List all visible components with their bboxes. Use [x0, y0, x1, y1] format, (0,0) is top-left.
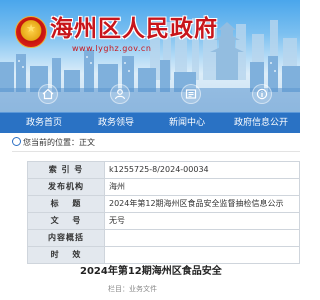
site-url: www.lyghz.gov.cn: [72, 44, 152, 53]
site-banner: ★ 海州区人民政府 www.lyghz.gov.cn: [0, 0, 300, 112]
table-row: 索 引 号 k1255725-8/2024-00034: [27, 161, 300, 179]
breadcrumb-prefix: 您当前的位置：: [23, 138, 79, 147]
summary-label: 内容概括: [27, 229, 105, 247]
home-icon[interactable]: [38, 84, 58, 104]
summary-value: [104, 229, 300, 247]
title-label: 标 题: [27, 195, 105, 213]
nav-item-news[interactable]: 新闻中心: [169, 113, 205, 133]
doc-number-value: 无号: [104, 212, 300, 230]
doc-number-label: 文 号: [27, 212, 105, 230]
nav-item-leaders[interactable]: 政务领导: [98, 113, 134, 133]
validity-value: [104, 246, 300, 264]
table-row: 发布机构 海州: [27, 178, 300, 196]
title-value: 2024年第12期海州区食品安全监督抽检信息公示: [104, 195, 300, 213]
table-row: 文 号 无号: [27, 212, 300, 230]
location-icon: [12, 137, 21, 146]
divider: [12, 151, 300, 152]
main-nav: 政务首页 政务领导 新闻中心 政府信息公开: [0, 112, 300, 133]
index-number-label: 索 引 号: [27, 161, 105, 179]
national-emblem-logo: ★: [15, 16, 47, 48]
breadcrumb: 您当前的位置：正文: [12, 135, 95, 151]
info-icon[interactable]: [252, 84, 272, 104]
news-icon[interactable]: [181, 84, 201, 104]
table-row: 内容概括: [27, 229, 300, 247]
site-title[interactable]: 海州区人民政府: [50, 15, 218, 42]
article-title: 2024年第12期海州区食品安全: [80, 266, 222, 277]
validity-label: 时 效: [27, 246, 105, 264]
nav-item-gov-info[interactable]: 政府信息公开: [234, 113, 288, 133]
document-info-table: 索 引 号 k1255725-8/2024-00034 发布机构 海州 标 题 …: [27, 161, 300, 264]
breadcrumb-current: 正文: [79, 138, 95, 147]
publisher-value: 海州: [104, 178, 300, 196]
nav-item-home[interactable]: 政务首页: [26, 113, 62, 133]
index-number-value: k1255725-8/2024-00034: [104, 161, 300, 179]
table-row: 时 效: [27, 246, 300, 264]
table-row: 标 题 2024年第12期海州区食品安全监督抽检信息公示: [27, 195, 300, 213]
article-meta: 栏目：业务文件: [108, 285, 157, 293]
leader-icon[interactable]: [110, 84, 130, 104]
publisher-label: 发布机构: [27, 178, 105, 196]
